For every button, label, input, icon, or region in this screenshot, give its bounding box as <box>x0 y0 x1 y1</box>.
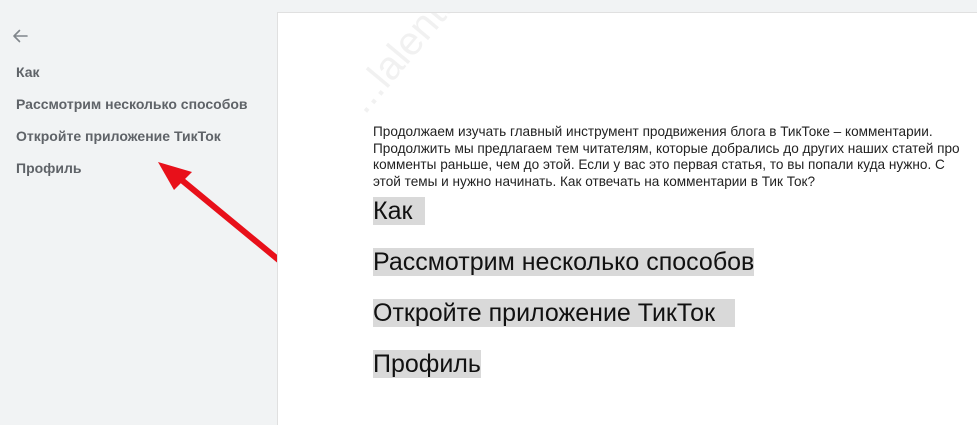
back-button[interactable] <box>8 24 32 48</box>
heading-sposoby: Рассмотрим несколько способов <box>373 248 755 277</box>
outline-item-profil[interactable]: Профиль <box>16 158 256 190</box>
document-page[interactable]: ...lalenta.ru Продолжаем изучать главный… <box>277 12 977 425</box>
outline-list: Как Рассмотрим несколько способов Открой… <box>16 62 256 190</box>
outline-item-prilozhenie[interactable]: Откройте приложение ТикТок <box>16 126 256 158</box>
outline-item-kak[interactable]: Как <box>16 62 256 94</box>
heading-kak: Как <box>373 194 973 228</box>
arrow-left-icon <box>13 29 28 43</box>
outline-item-sposoby[interactable]: Рассмотрим несколько способов <box>16 94 256 126</box>
document-body: Продолжаем изучать главный инструмент пр… <box>373 124 973 398</box>
document-outline-sidebar: Как Рассмотрим несколько способов Открой… <box>0 0 276 424</box>
heading-prilozhenie: Откройте приложение ТикТок <box>373 296 973 330</box>
heading-profil: Профиль <box>373 350 481 379</box>
intro-paragraph: Продолжаем изучать главный инструмент пр… <box>373 124 960 189</box>
watermark: ...lalenta.ru <box>338 12 499 122</box>
